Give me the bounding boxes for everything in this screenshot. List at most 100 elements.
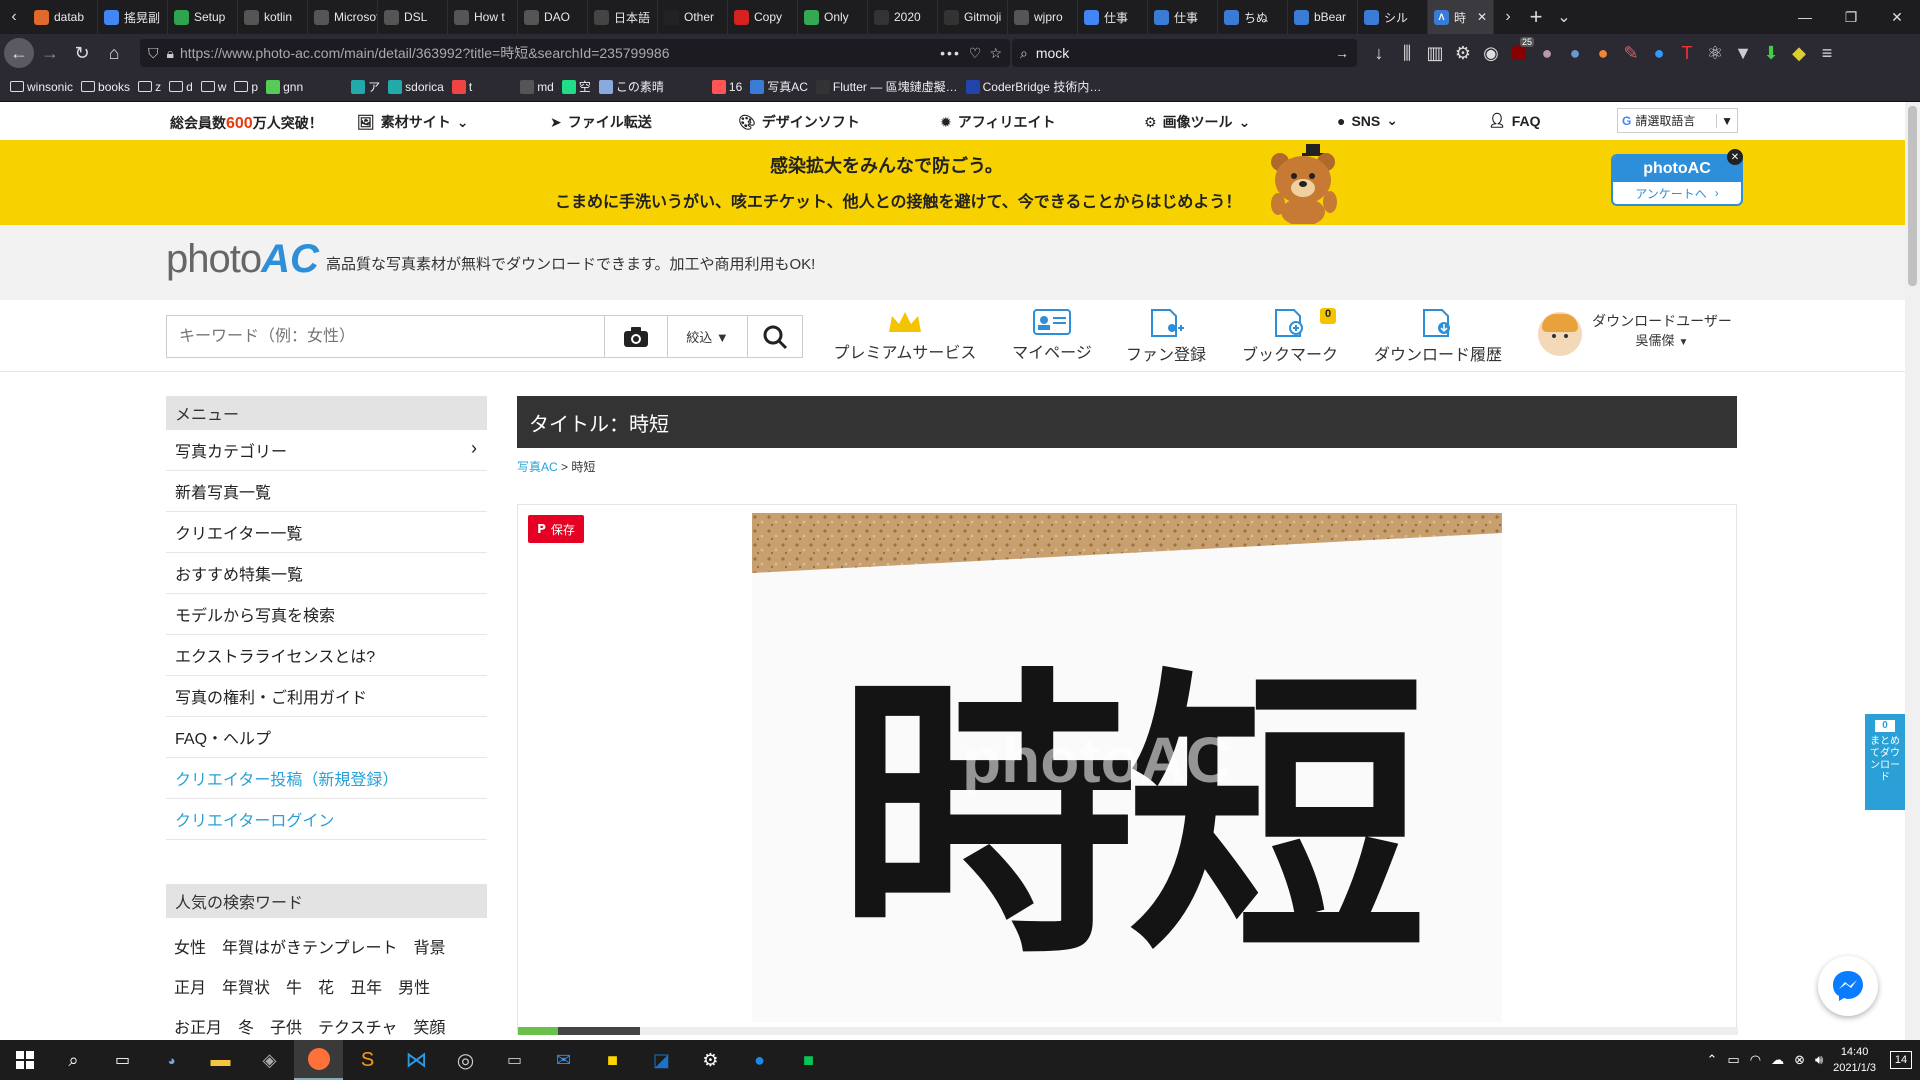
browser-tab[interactable]: Microsoft bbox=[308, 0, 378, 34]
browser-tab[interactable]: 2020 bbox=[868, 0, 938, 34]
bookmark-item[interactable]: Flutter — 區塊鏈虛擬… bbox=[815, 78, 958, 95]
home-button[interactable]: ⌂ bbox=[98, 37, 130, 69]
close-banner-icon[interactable]: ✕ bbox=[1727, 149, 1743, 165]
browser-tab[interactable]: bBear bbox=[1288, 0, 1358, 34]
vscode-icon[interactable]: ⋈ bbox=[392, 1040, 441, 1080]
sidebar-menu-item[interactable]: エクストラライセンスとは? bbox=[166, 635, 487, 676]
fan-register-link[interactable]: ファン登録 bbox=[1120, 308, 1212, 365]
file-explorer-icon[interactable]: ▬ bbox=[196, 1040, 245, 1080]
survey-button[interactable]: photoAC アンケートへ › bbox=[1611, 154, 1743, 206]
search-bar[interactable]: ⌕ mock → bbox=[1012, 39, 1357, 67]
creator-link[interactable]: クリエイター投稿（新規登録） bbox=[166, 758, 487, 799]
browser-tab[interactable]: Gitmoji bbox=[938, 0, 1008, 34]
bookmark-item[interactable]: sdorica bbox=[388, 79, 444, 94]
line-app-icon[interactable]: ■ bbox=[784, 1040, 833, 1080]
bookmark-item[interactable]: 16 bbox=[711, 79, 742, 94]
site-logo[interactable]: photo AC bbox=[166, 237, 319, 282]
bookmark-item[interactable]: p bbox=[234, 80, 258, 94]
sidebar-menu-item[interactable]: クリエイター一覧 bbox=[166, 512, 487, 553]
stock-photo[interactable]: 時短 photoAC bbox=[752, 513, 1502, 1022]
creator-link[interactable]: クリエイターログイン bbox=[166, 799, 487, 840]
bookmark-star-icon[interactable]: ☆ bbox=[989, 45, 1002, 62]
bookmark-item[interactable]: ア bbox=[351, 78, 380, 95]
tab-list-dropdown-icon[interactable]: ⌄ bbox=[1550, 0, 1578, 34]
scrollbar-thumb[interactable] bbox=[1908, 106, 1917, 286]
notification-center-icon[interactable]: 14 bbox=[1890, 1051, 1912, 1069]
filter-dropdown[interactable]: 絞込 ▼ bbox=[667, 316, 747, 357]
sidebar-menu-item[interactable]: 写真カテゴリー › bbox=[166, 430, 487, 471]
download-history-link[interactable]: ダウンロード履歴 bbox=[1370, 308, 1506, 365]
task-view-icon[interactable]: ▭ bbox=[98, 1040, 147, 1080]
browser-tab[interactable]: ちぬ bbox=[1218, 0, 1288, 34]
popular-word-link[interactable]: 女性 bbox=[174, 934, 206, 958]
nav-design-software[interactable]: 🎨︎ デザインソフト bbox=[738, 112, 860, 132]
premium-service-link[interactable]: プレミアムサービス bbox=[832, 308, 978, 363]
extension-icon-10[interactable]: ◆ bbox=[1788, 37, 1810, 69]
keyword-search-input[interactable] bbox=[167, 316, 604, 357]
bookmark-item[interactable]: md bbox=[520, 79, 554, 94]
nav-sns[interactable]: ● SNS ⌄ bbox=[1337, 112, 1398, 129]
library-icon[interactable]: ⫼ bbox=[1396, 37, 1418, 69]
close-tab-icon[interactable]: ✕ bbox=[1477, 10, 1487, 24]
extension-icon-2[interactable]: ● bbox=[1564, 37, 1586, 69]
browser-tab[interactable]: 仕事 bbox=[1148, 0, 1218, 34]
extension-icon-6[interactable]: T bbox=[1676, 37, 1698, 69]
popular-word-link[interactable]: 背景 bbox=[414, 934, 446, 958]
maps-icon[interactable]: ● bbox=[735, 1040, 784, 1080]
extension-icon-3[interactable]: ● bbox=[1592, 37, 1614, 69]
browser-tab[interactable]: 搖晃副 bbox=[98, 0, 168, 34]
tray-chevron-icon[interactable]: ⌃ bbox=[1707, 1052, 1718, 1068]
download-icon[interactable]: ↓ bbox=[1368, 37, 1390, 69]
extension-icon-1[interactable]: ● bbox=[1536, 37, 1558, 69]
new-tab-button[interactable]: + bbox=[1522, 0, 1550, 34]
tray-app-icon[interactable]: ⊗ bbox=[1794, 1052, 1805, 1068]
bookmark-item[interactable]: 空 bbox=[561, 78, 591, 95]
search-taskbar-icon[interactable]: ⌕ bbox=[49, 1040, 98, 1080]
nav-affiliate[interactable]: ✹ アフィリエイト bbox=[940, 112, 1055, 132]
page-scrollbar[interactable] bbox=[1905, 102, 1920, 1040]
search-bar-value[interactable]: mock bbox=[1036, 45, 1069, 61]
tab-scroll-left-button[interactable]: ‹ bbox=[0, 0, 28, 34]
page-actions-icon[interactable]: ••• bbox=[940, 45, 961, 61]
nav-file-transfer[interactable]: ➤ ファイル転送 bbox=[550, 112, 652, 132]
volume-icon[interactable]: 🔊︎ bbox=[1815, 1052, 1823, 1068]
reload-button[interactable]: ↻ bbox=[66, 37, 98, 69]
settings-gear-icon[interactable]: ⚙ bbox=[1452, 37, 1474, 69]
nav-image-tools[interactable]: ⚙ 画像ツール ⌄ bbox=[1144, 112, 1250, 132]
sidebar-menu-item[interactable]: 新着写真一覧 bbox=[166, 471, 487, 512]
bookmark-item[interactable]: 写真AC bbox=[750, 78, 808, 95]
popular-word-link[interactable]: 年賀状 bbox=[222, 974, 270, 998]
settings-taskbar-icon[interactable]: ⚙ bbox=[686, 1040, 735, 1080]
browser-tab[interactable]: wjpro bbox=[1008, 0, 1078, 34]
camera-search-button[interactable] bbox=[604, 316, 667, 357]
search-submit-button[interactable] bbox=[747, 316, 802, 357]
outlook-icon[interactable]: ◪ bbox=[637, 1040, 686, 1080]
browser-tab[interactable]: シル bbox=[1358, 0, 1428, 34]
browser-tab[interactable]: Other bbox=[658, 0, 728, 34]
wifi-icon[interactable]: ◠ bbox=[1750, 1052, 1761, 1068]
browser-tab[interactable]: DAO bbox=[518, 0, 588, 34]
popular-word-link[interactable]: 牛 bbox=[286, 974, 302, 998]
extension-icon-7[interactable]: ⚛ bbox=[1704, 37, 1726, 69]
nav-material-sites[interactable]: 🖼︎ 素材サイト ⌄ bbox=[357, 112, 469, 132]
bookmark-item[interactable]: z bbox=[138, 80, 161, 94]
url-bar[interactable]: ⛉ 🔒︎ https://www.photo-ac.com/main/detai… bbox=[140, 39, 1010, 67]
onedrive-icon[interactable]: ☁ bbox=[1771, 1052, 1784, 1068]
ublock-extension-icon[interactable]: 25 bbox=[1508, 37, 1534, 69]
browser-tab[interactable]: Only bbox=[798, 0, 868, 34]
bookmark-item[interactable]: books bbox=[81, 80, 130, 94]
sidebar-icon[interactable]: ▥ bbox=[1424, 37, 1446, 69]
browser-tab[interactable]: datab bbox=[28, 0, 98, 34]
app-icon-shield[interactable]: ◈ bbox=[245, 1040, 294, 1080]
extension-icon-8[interactable]: ▼ bbox=[1732, 37, 1754, 69]
messenger-chat-button[interactable] bbox=[1818, 956, 1878, 1016]
restore-button[interactable]: ❐ bbox=[1828, 0, 1874, 34]
bookmark-link[interactable]: ブックマーク 0 bbox=[1236, 308, 1344, 365]
forward-button[interactable]: → bbox=[34, 37, 66, 69]
sidebar-menu-item[interactable]: 写真の権利・ご利用ガイド bbox=[166, 676, 487, 717]
bookmark-item[interactable]: winsonic bbox=[10, 80, 73, 94]
extension-icon-5[interactable]: ● bbox=[1648, 37, 1670, 69]
account-icon[interactable]: ◉ bbox=[1480, 37, 1502, 69]
sidebar-menu-item[interactable]: おすすめ特集一覧 bbox=[166, 553, 487, 594]
user-menu[interactable]: ダウンロードユーザー 吳儒傑 ▼ bbox=[1588, 312, 1736, 352]
